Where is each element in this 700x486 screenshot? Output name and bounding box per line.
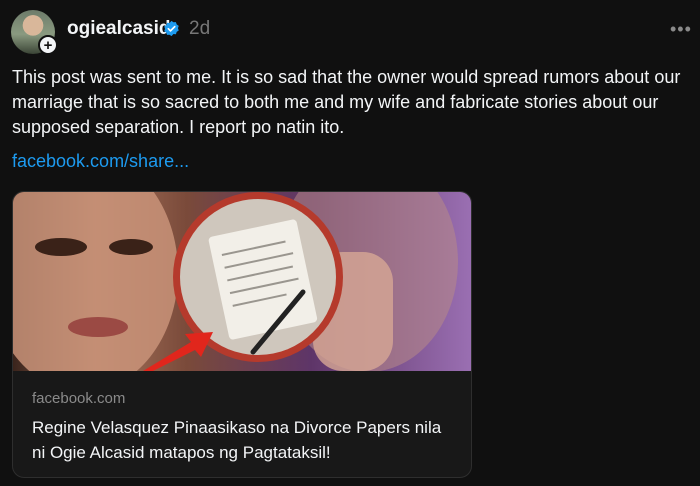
link-preview-title[interactable]: Regine Velasquez Pinaasikaso na Divorce … [32, 415, 457, 465]
verified-badge-icon [164, 20, 179, 37]
post-timestamp[interactable]: 2d [189, 18, 210, 40]
post-body: This post was sent to me. It is so sad t… [12, 67, 681, 137]
post-link[interactable]: facebook.com/share... [12, 149, 189, 174]
follow-plus-icon[interactable]: + [38, 35, 58, 55]
link-preview-image[interactable] [13, 192, 471, 371]
link-preview-card[interactable]: facebook.com Regine Velasquez Pinaasikas… [12, 191, 472, 478]
username[interactable]: ogiealcasid [67, 18, 171, 40]
more-horizontal-icon[interactable]: ••• [670, 20, 692, 38]
link-preview-domain: facebook.com [32, 390, 126, 407]
thread-post: + ogiealcasid 2d ••• This post was sent … [0, 0, 700, 486]
preview-thumbnail-graphic [13, 192, 458, 371]
